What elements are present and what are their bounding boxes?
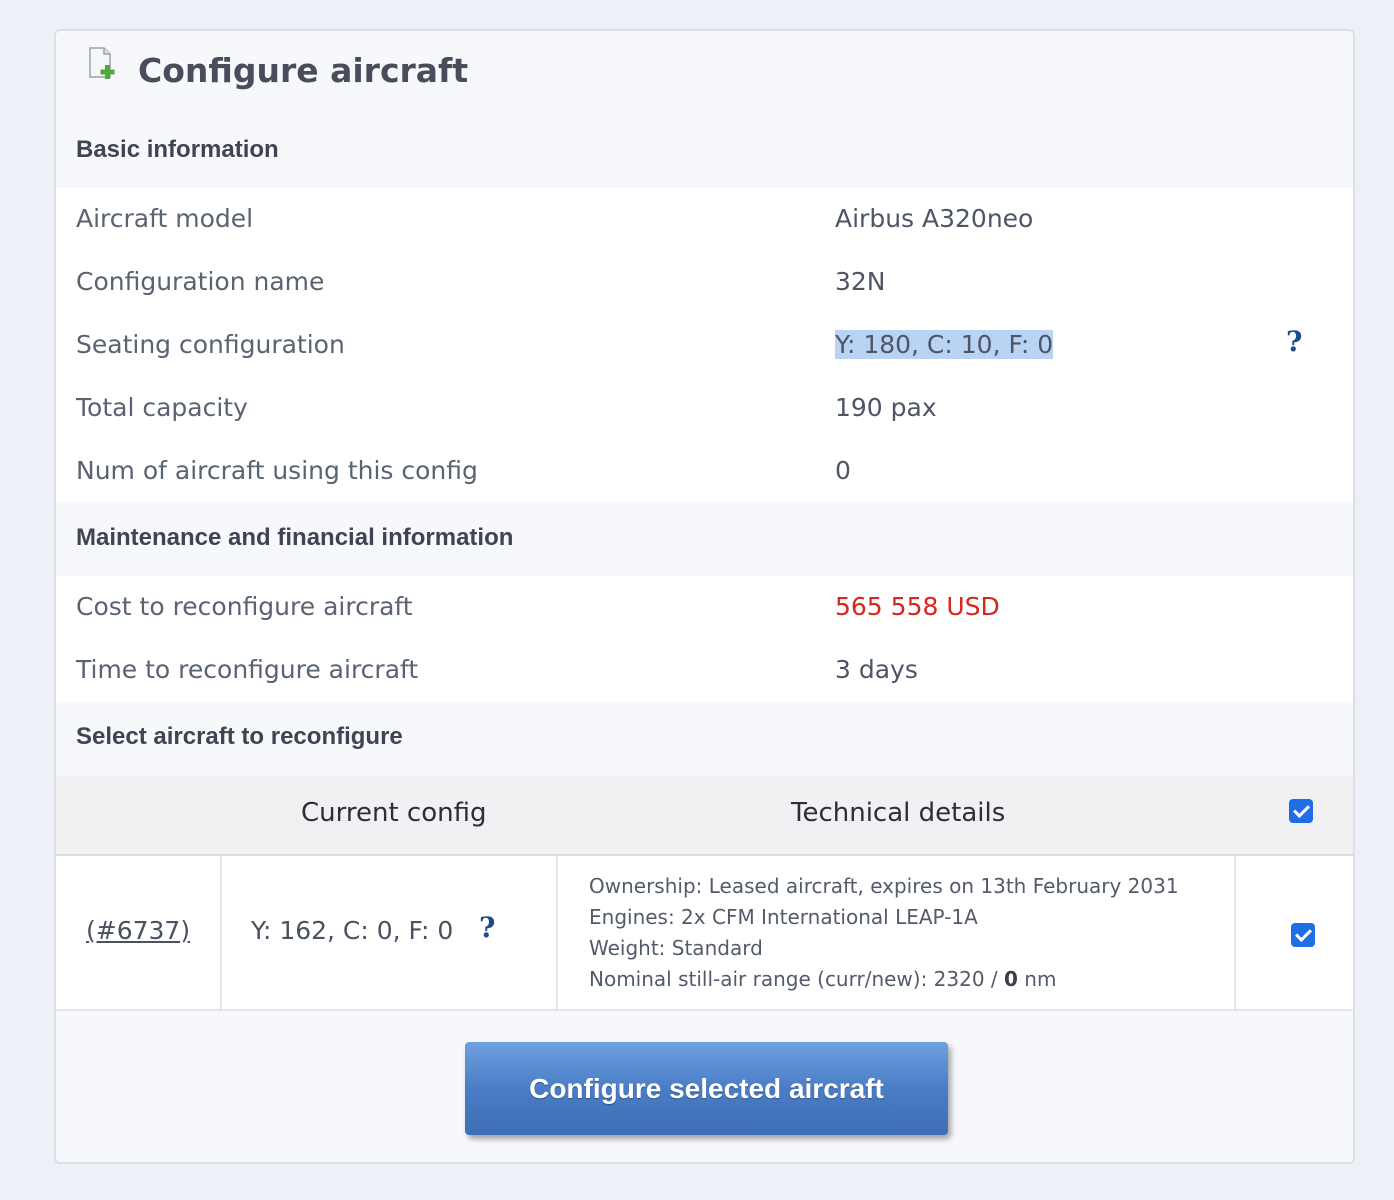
maintenance-info-block: Cost to reconfigure aircraft 565 558 USD…	[56, 576, 1353, 702]
weight-line: Weight: Standard	[589, 936, 763, 960]
range-new-value: 0	[1004, 967, 1018, 991]
info-label: Aircraft model	[76, 204, 254, 233]
technical-details: Ownership: Leased aircraft, expires on 1…	[589, 871, 1179, 995]
help-icon[interactable]: ?	[479, 911, 495, 944]
column-divider	[556, 856, 558, 1009]
help-icon[interactable]: ?	[1286, 325, 1302, 358]
button-area: Configure selected aircraft	[56, 1011, 1353, 1162]
column-divider	[1234, 856, 1236, 1009]
ownership-line: Ownership: Leased aircraft, expires on 1…	[589, 874, 1179, 898]
range-line: Nominal still-air range (curr/new): 2320…	[589, 964, 1179, 995]
info-row-cost: Cost to reconfigure aircraft 565 558 USD	[56, 576, 1353, 639]
title-row: Configure aircraft	[56, 31, 1353, 115]
new-document-icon	[88, 47, 118, 81]
table-row: (#6737) Y: 162, C: 0, F: 0 ? Ownership: …	[56, 856, 1353, 1011]
info-value: 3 days	[835, 655, 918, 684]
cost-value: 565 558 USD	[835, 592, 1000, 621]
info-label: Total capacity	[76, 393, 248, 422]
info-row-aircraft-model: Aircraft model Airbus A320neo	[56, 188, 1353, 251]
info-value-selected: Y: 180, C: 10, F: 0	[835, 330, 1054, 359]
info-value: 32N	[835, 267, 886, 296]
section-heading-basic: Basic information	[76, 136, 279, 163]
info-value: 190 pax	[835, 393, 937, 422]
info-label: Cost to reconfigure aircraft	[76, 592, 413, 621]
info-row-num-aircraft: Num of aircraft using this config 0	[56, 440, 1353, 503]
current-config-value: Y: 162, C: 0, F: 0	[251, 916, 453, 945]
info-label: Configuration name	[76, 267, 325, 296]
info-label: Num of aircraft using this config	[76, 456, 478, 485]
section-heading-select: Select aircraft to reconfigure	[76, 723, 403, 750]
engines-line: Engines: 2x CFM International LEAP-1A	[589, 905, 978, 929]
column-divider	[220, 856, 222, 1009]
aircraft-id-link[interactable]: (#6737)	[86, 916, 190, 945]
select-all-checkbox[interactable]	[1289, 799, 1313, 823]
column-header-technical-details: Technical details	[791, 798, 1006, 828]
configure-selected-aircraft-button[interactable]: Configure selected aircraft	[465, 1042, 948, 1135]
page-title: Configure aircraft	[138, 51, 469, 90]
column-header-current-config: Current config	[301, 798, 487, 828]
range-prefix: Nominal still-air range (curr/new): 2320…	[589, 967, 1005, 991]
info-row-configuration-name: Configuration name 32N	[56, 251, 1353, 314]
current-config-text: Y: 162, C: 0, F: 0	[251, 916, 454, 945]
info-value: 0	[835, 456, 851, 485]
section-heading-maintenance: Maintenance and financial information	[76, 524, 514, 551]
configure-aircraft-panel: Configure aircraft Basic information Air…	[54, 29, 1355, 1164]
basic-info-block: Aircraft model Airbus A320neo Configurat…	[56, 188, 1353, 502]
row-select-checkbox[interactable]	[1291, 923, 1315, 947]
info-row-total-capacity: Total capacity 190 pax	[56, 377, 1353, 440]
info-label: Seating configuration	[76, 330, 345, 359]
range-unit: nm	[1017, 967, 1057, 991]
info-row-time: Time to reconfigure aircraft 3 days	[56, 639, 1353, 702]
info-row-seating-configuration: Seating configuration Y: 180, C: 10, F: …	[56, 314, 1353, 377]
info-value: Airbus A320neo	[835, 204, 1034, 233]
table-header-row: Current config Technical details	[56, 776, 1353, 856]
info-label: Time to reconfigure aircraft	[76, 655, 419, 684]
